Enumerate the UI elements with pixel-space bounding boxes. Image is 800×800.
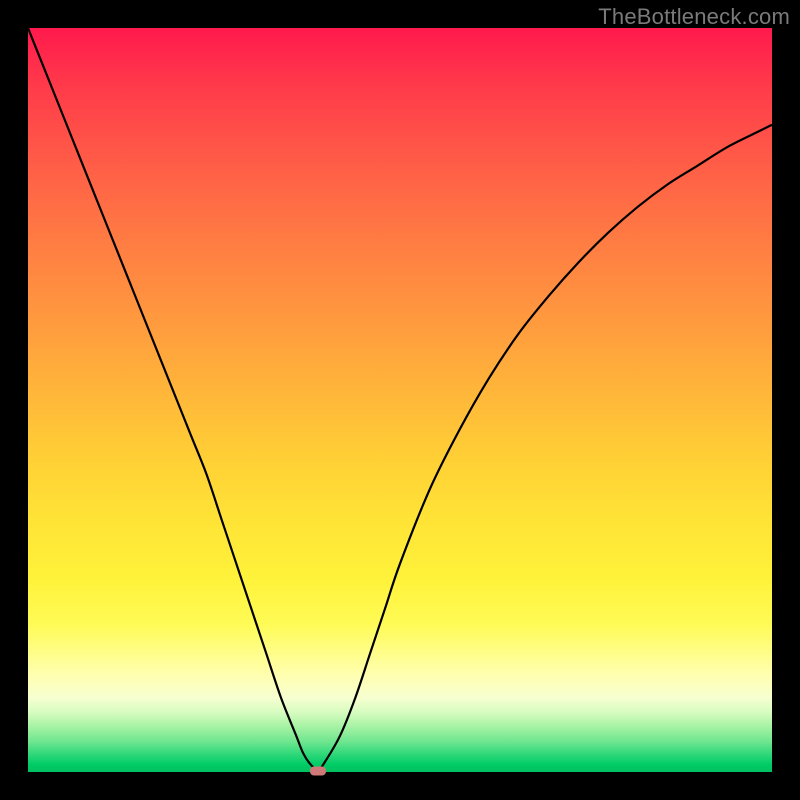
chart-plot-area (28, 28, 772, 772)
watermark-text: TheBottleneck.com (598, 4, 790, 30)
curve-path (28, 28, 772, 770)
optimal-marker (310, 766, 326, 775)
chart-frame: TheBottleneck.com (0, 0, 800, 800)
bottleneck-curve (28, 28, 772, 772)
